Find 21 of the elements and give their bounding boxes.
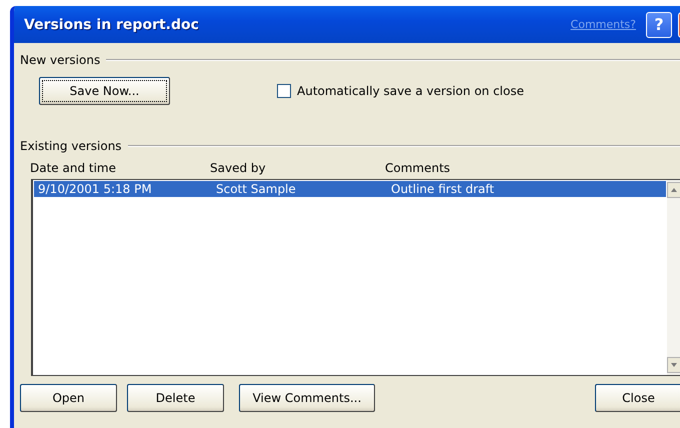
checkbox-label: Automatically save a version on close (297, 84, 524, 98)
help-button[interactable]: ? (646, 12, 672, 38)
window-title: Versions in report.doc (24, 16, 200, 32)
column-header[interactable]: Comments (385, 161, 680, 175)
column-header[interactable]: Date and time (30, 161, 210, 175)
date-cell-text: 9/10/2001 5:18 PM (38, 182, 153, 196)
comments-cell-text: Outline first draft (391, 182, 496, 196)
version-row[interactable]: 9/10/2001 5:18 PM Scott Sample Outline first draft (34, 181, 666, 197)
dialog-button[interactable]: Delete (127, 384, 224, 412)
auto-save-checkbox[interactable] (277, 84, 291, 98)
scroll-up-icon[interactable] (667, 182, 680, 198)
scrollbar[interactable] (667, 180, 680, 375)
section-heading: New versions (20, 53, 100, 67)
section-heading: Existing versions (20, 139, 122, 153)
close-button[interactable]: Close (595, 384, 680, 412)
save-now-button[interactable]: Save Now... (39, 77, 170, 105)
dialog-button[interactable]: Open (20, 384, 117, 412)
column-header[interactable]: Saved by (210, 161, 385, 175)
saved-by-cell-text: Scott Sample (216, 182, 297, 196)
scroll-down-icon[interactable] (667, 357, 680, 373)
dialog-button[interactable]: View Comments... (239, 384, 375, 412)
